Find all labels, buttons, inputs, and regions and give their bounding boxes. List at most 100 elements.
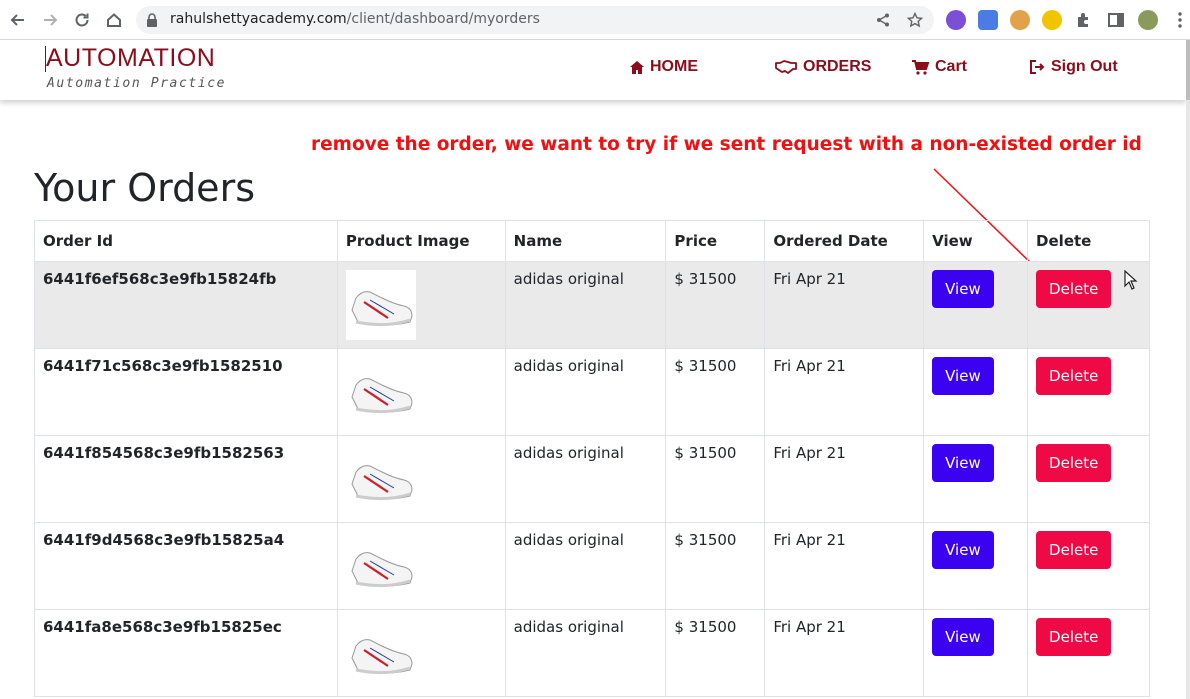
table-row: 6441fa8e568c3e9fb15825ec adidas original… (34, 609, 1150, 697)
ordered-date: Fri Apr 21 (764, 348, 925, 436)
col-order-id: Order Id (34, 220, 338, 262)
handshake-icon (775, 60, 797, 74)
address-bar[interactable]: rahulshettyacademy.com/client/dashboard/… (136, 6, 934, 34)
view-button[interactable]: View (932, 270, 994, 308)
product-image-cell (336, 609, 506, 697)
view-cell: View (923, 348, 1029, 436)
delete-button[interactable]: Delete (1036, 618, 1112, 656)
order-id: 6441f9d4568c3e9fb15825a4 (34, 522, 338, 610)
view-cell: View (923, 261, 1029, 349)
delete-cell: Delete (1027, 609, 1150, 697)
order-id: 6441f854568c3e9fb1582563 (34, 435, 338, 523)
delete-cell: Delete (1027, 435, 1150, 523)
col-ordered-date: Ordered Date (764, 220, 925, 262)
forward-icon[interactable] (38, 8, 62, 32)
view-button[interactable]: View (932, 618, 994, 656)
col-name: Name (504, 220, 667, 262)
delete-cell: Delete (1027, 522, 1150, 610)
product-name: adidas original (504, 609, 667, 697)
delete-button[interactable]: Delete (1036, 444, 1112, 482)
sneaker-icon (345, 270, 416, 340)
order-id: 6441fa8e568c3e9fb15825ec (34, 609, 338, 697)
nav-orders[interactable]: ORDERS (775, 58, 871, 76)
extension-translate-icon[interactable] (978, 10, 998, 30)
browser-menu-icon[interactable] (1170, 10, 1190, 30)
extension-speed-icon[interactable] (1042, 10, 1062, 30)
share-icon[interactable] (876, 13, 890, 27)
delete-button[interactable]: Delete (1036, 357, 1112, 395)
sign-out-icon (1030, 60, 1045, 74)
nav-orders-label: ORDERS (803, 58, 872, 75)
product-image-cell (336, 348, 506, 436)
url-path: /client/dashboard/myorders (346, 11, 540, 27)
table-row: 6441f71c568c3e9fb1582510 adidas original… (34, 348, 1150, 436)
view-button[interactable]: View (932, 444, 994, 482)
extensions-puzzle-icon[interactable] (1074, 10, 1094, 30)
profile-avatar[interactable] (1138, 10, 1158, 30)
scrollbar-thumb[interactable] (1186, 40, 1190, 100)
ordered-date: Fri Apr 21 (764, 261, 925, 349)
col-view: View (923, 220, 1029, 262)
order-id: 6441f6ef568c3e9fb15824fb (34, 261, 338, 349)
table-header-row: Order Id Product Image Name Price Ordere… (34, 220, 1150, 262)
product-price: $ 31500 (665, 435, 766, 523)
home-icon (630, 60, 644, 74)
orders-table: Order Id Product Image Name Price Ordere… (34, 220, 1150, 697)
nav-sign-out-label: Sign Out (1051, 58, 1118, 75)
product-name: adidas original (504, 348, 667, 436)
col-price: Price (665, 220, 766, 262)
ordered-date: Fri Apr 21 (764, 522, 925, 610)
ordered-date: Fri Apr 21 (764, 435, 925, 523)
view-button[interactable]: View (932, 531, 994, 569)
col-delete: Delete (1027, 220, 1150, 262)
product-image-cell (336, 435, 506, 523)
view-cell: View (923, 435, 1029, 523)
nav-cart[interactable]: Cart (912, 58, 967, 76)
cart-icon (912, 59, 929, 75)
product-image-cell (336, 261, 506, 349)
nav-home[interactable]: HOME (630, 58, 698, 76)
page-scrollbar[interactable] (1186, 40, 1190, 699)
sneaker-icon (345, 531, 416, 601)
sneaker-icon (345, 618, 416, 688)
product-price: $ 31500 (665, 261, 766, 349)
view-cell: View (923, 609, 1029, 697)
view-cell: View (923, 522, 1029, 610)
url-domain: rahulshettyacademy.com (170, 11, 347, 27)
product-price: $ 31500 (665, 609, 766, 697)
view-button[interactable]: View (932, 357, 994, 395)
order-id: 6441f71c568c3e9fb1582510 (34, 348, 338, 436)
brand-tagline: Automation Practice (47, 76, 227, 91)
nav-sign-out[interactable]: Sign Out (1030, 58, 1118, 76)
browser-toolbar: rahulshettyacademy.com/client/dashboard/… (0, 0, 1190, 40)
product-price: $ 31500 (665, 522, 766, 610)
delete-cell: Delete (1027, 348, 1150, 436)
reload-icon[interactable] (70, 8, 94, 32)
home-browser-icon[interactable] (102, 8, 126, 32)
page-title: Your Orders (34, 166, 255, 210)
nav-home-label: HOME (650, 58, 698, 75)
delete-button[interactable]: Delete (1036, 270, 1112, 308)
table-row: 6441f6ef568c3e9fb15824fb adidas original… (34, 261, 1150, 349)
mouse-pointer-icon (1124, 270, 1138, 290)
bookmark-star-icon[interactable] (907, 12, 923, 28)
extension-cookie-icon[interactable] (1010, 10, 1030, 30)
back-icon[interactable] (6, 8, 30, 32)
nav-cart-label: Cart (935, 58, 968, 75)
lock-icon (147, 13, 157, 27)
table-row: 6441f9d4568c3e9fb15825a4 adidas original… (34, 522, 1150, 610)
product-name: adidas original (504, 261, 667, 349)
url-text: rahulshettyacademy.com/client/dashboard/… (170, 11, 540, 27)
site-header: AUTOMATION Automation Practice HOME ORDE… (0, 40, 1186, 100)
table-row: 6441f854568c3e9fb1582563 adidas original… (34, 435, 1150, 523)
product-name: adidas original (504, 435, 667, 523)
annotation-note: remove the order, we want to try if we s… (311, 134, 1142, 155)
delete-button[interactable]: Delete (1036, 531, 1112, 569)
col-product-image: Product Image (336, 220, 506, 262)
brand-logo[interactable]: AUTOMATION (46, 44, 215, 73)
product-price: $ 31500 (665, 348, 766, 436)
product-image-cell (336, 522, 506, 610)
extension-ls-icon[interactable] (946, 10, 966, 30)
ordered-date: Fri Apr 21 (764, 609, 925, 697)
side-panel-icon[interactable] (1106, 10, 1126, 30)
